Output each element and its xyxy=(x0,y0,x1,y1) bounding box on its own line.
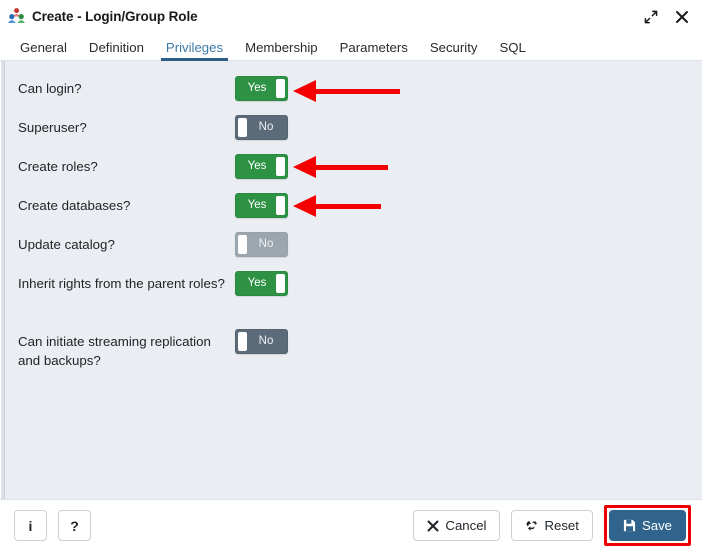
toggle-streaming-replication[interactable]: No xyxy=(235,329,288,354)
arrow-shaft xyxy=(313,203,381,209)
row-control-update-catalog: No xyxy=(235,231,288,257)
toggle-knob xyxy=(276,196,285,215)
question-mark-icon: ? xyxy=(70,517,79,534)
arrow-head xyxy=(293,156,316,178)
toggle-knob xyxy=(238,235,247,254)
roles-group-icon xyxy=(7,7,26,26)
toggle-superuser[interactable]: No xyxy=(235,115,288,140)
row-label-create-databases: Create databases? xyxy=(18,198,131,213)
window-title: Create - Login/Group Role xyxy=(32,9,198,24)
floppy-disk-icon xyxy=(623,519,636,532)
toggle-knob xyxy=(238,118,247,137)
arrow-head xyxy=(293,80,316,102)
privileges-panel: Can login? Yes Superuser? No Create role… xyxy=(0,61,702,499)
tab-general[interactable]: General xyxy=(9,41,78,60)
tab-security[interactable]: Security xyxy=(419,41,489,60)
toggle-update-catalog[interactable]: No xyxy=(235,232,288,257)
dialog-footer: i ? Cancel Reset Save xyxy=(0,499,702,551)
toggle-can-login[interactable]: Yes xyxy=(235,76,288,101)
create-role-dialog: Create - Login/Group Role General Defini… xyxy=(0,0,702,551)
info-button[interactable]: i xyxy=(14,510,47,541)
row-control-create-databases: Yes xyxy=(235,192,288,218)
toggle-create-databases[interactable]: Yes xyxy=(235,193,288,218)
save-button-highlight: Save xyxy=(603,505,691,546)
title-bar: Create - Login/Group Role xyxy=(0,0,702,33)
row-label-create-roles: Create roles? xyxy=(18,159,98,174)
row-label-superuser: Superuser? xyxy=(18,120,87,135)
row-control-streaming-replication: No xyxy=(235,328,288,354)
annotation-arrow-can-login xyxy=(293,80,400,102)
tab-parameters[interactable]: Parameters xyxy=(329,41,419,60)
annotation-arrow-create-databases xyxy=(293,195,381,217)
cancel-label: Cancel xyxy=(445,518,487,533)
arrow-shaft xyxy=(313,164,388,170)
toggle-knob xyxy=(276,79,285,98)
footer-right-buttons: Cancel Reset Save xyxy=(413,505,691,546)
row-label-can-login: Can login? xyxy=(18,81,82,96)
table-row: Update catalog? No xyxy=(1,231,702,270)
table-row: Create databases? Yes xyxy=(1,192,702,231)
help-button[interactable]: ? xyxy=(58,510,91,541)
tab-membership[interactable]: Membership xyxy=(234,41,329,60)
info-icon: i xyxy=(28,517,33,534)
tab-definition[interactable]: Definition xyxy=(78,41,155,60)
row-control-can-login: Yes xyxy=(235,75,288,101)
reset-label: Reset xyxy=(544,518,579,533)
save-button[interactable]: Save xyxy=(608,510,686,541)
arrow-head xyxy=(293,195,316,217)
tab-privileges[interactable]: Privileges xyxy=(155,41,234,62)
toggle-create-roles[interactable]: Yes xyxy=(235,154,288,179)
table-row: Create roles? Yes xyxy=(1,153,702,192)
recycle-icon xyxy=(525,519,538,532)
table-row: Can initiate streaming replication and b… xyxy=(1,309,702,370)
title-bar-controls xyxy=(643,9,693,24)
toggle-inherit-rights[interactable]: Yes xyxy=(235,271,288,296)
row-label-inherit-rights: Inherit rights from the parent roles? xyxy=(18,276,225,291)
row-label-update-catalog: Update catalog? xyxy=(18,237,115,252)
maximize-icon[interactable] xyxy=(643,9,658,24)
table-row: Inherit rights from the parent roles? Ye… xyxy=(1,270,702,309)
row-label-streaming-replication: Can initiate streaming replication and b… xyxy=(18,334,211,368)
table-row: Superuser? No xyxy=(1,114,702,153)
row-control-inherit-rights: Yes xyxy=(235,270,288,296)
reset-button[interactable]: Reset xyxy=(511,510,593,541)
save-label: Save xyxy=(641,518,672,533)
tab-sql[interactable]: SQL xyxy=(488,41,536,60)
close-x-icon xyxy=(427,520,439,532)
row-control-superuser: No xyxy=(235,114,288,140)
row-control-create-roles: Yes xyxy=(235,153,288,179)
title-bar-left: Create - Login/Group Role xyxy=(7,7,198,26)
toggle-knob xyxy=(276,274,285,293)
cancel-button[interactable]: Cancel xyxy=(413,510,501,541)
annotation-arrow-create-roles xyxy=(293,156,388,178)
toggle-knob xyxy=(276,157,285,176)
arrow-shaft xyxy=(313,88,400,94)
close-icon[interactable] xyxy=(674,9,689,24)
toggle-knob xyxy=(238,332,247,351)
table-row: Can login? Yes xyxy=(1,75,702,114)
footer-left-buttons: i ? xyxy=(14,510,91,541)
tab-bar: General Definition Privileges Membership… xyxy=(0,33,702,62)
privileges-form: Can login? Yes Superuser? No Create role… xyxy=(1,61,702,370)
